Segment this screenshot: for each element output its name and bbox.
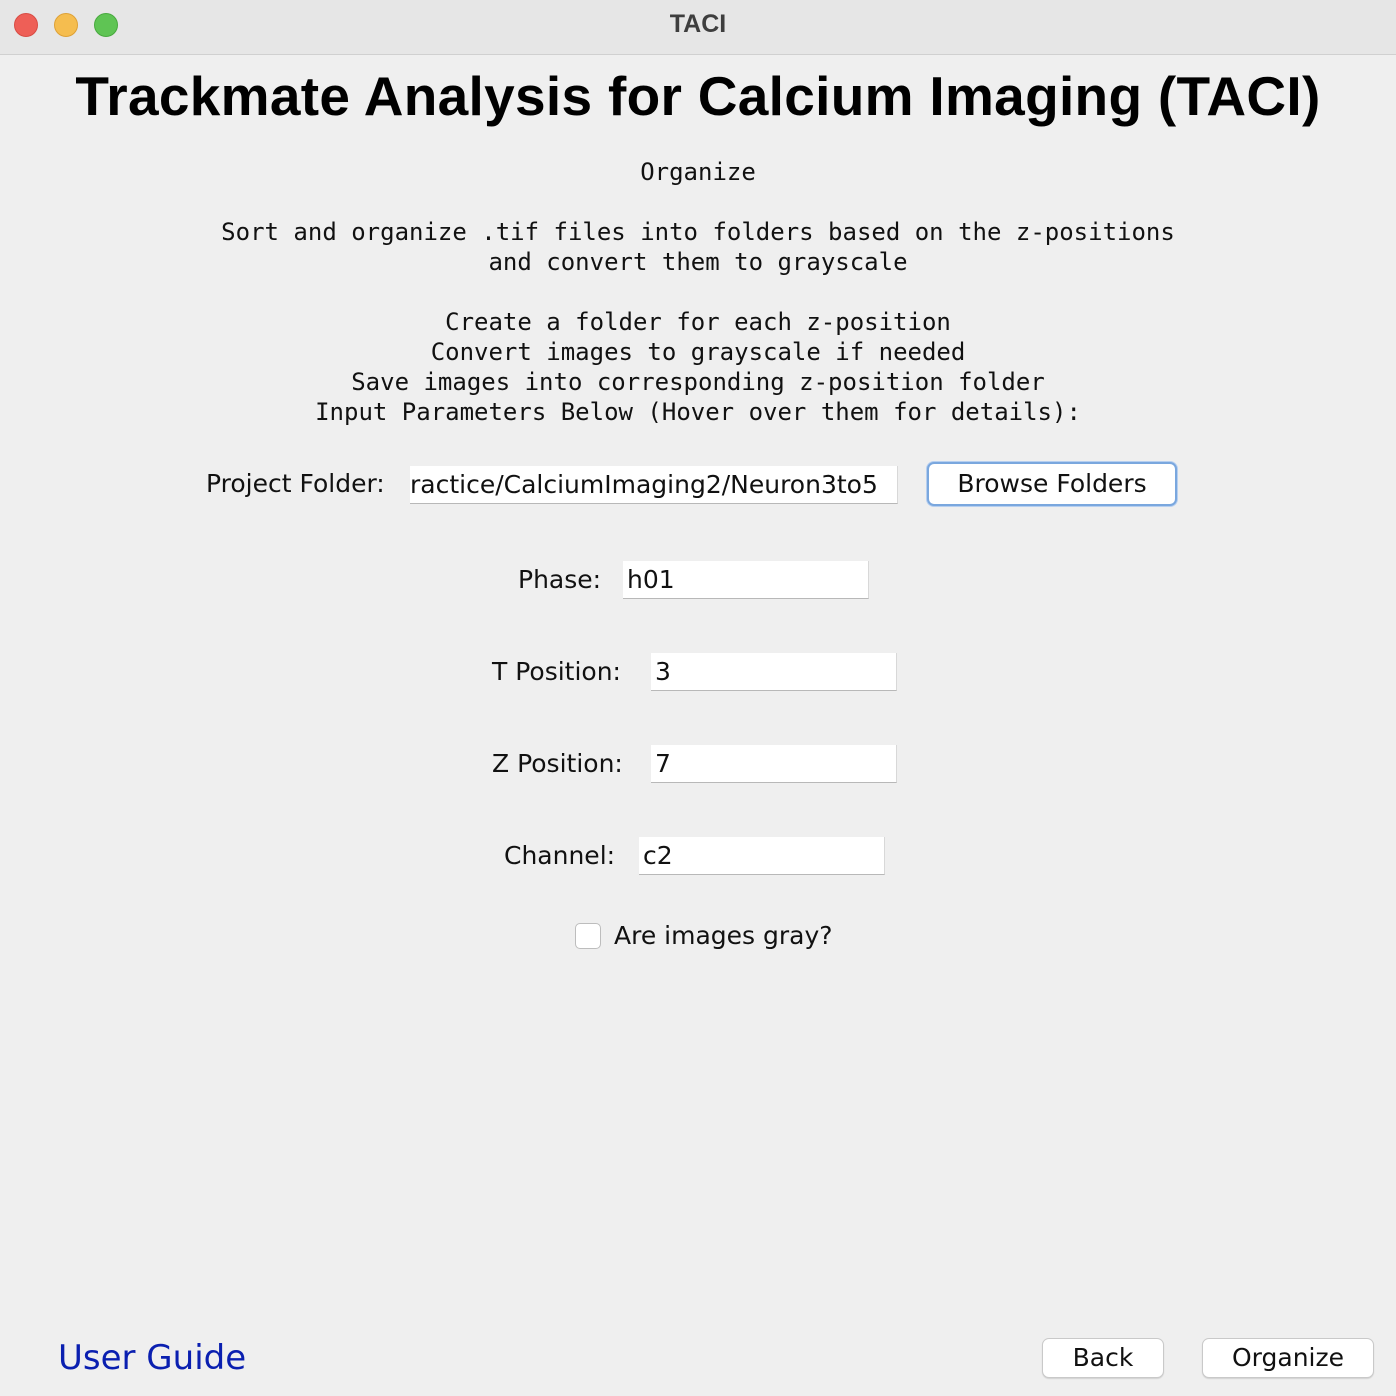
- project-folder-label: Project Folder:: [206, 469, 385, 498]
- gray-images-label[interactable]: Are images gray?: [614, 921, 833, 950]
- t-position-label: T Position:: [492, 657, 621, 686]
- user-guide-link[interactable]: User Guide: [58, 1338, 246, 1378]
- gray-images-checkbox[interactable]: [575, 923, 601, 949]
- back-button[interactable]: Back: [1042, 1338, 1164, 1378]
- step-title: Organize: [640, 158, 756, 186]
- channel-input[interactable]: c2: [639, 837, 885, 875]
- step-line-3: Save images into corresponding z-positio…: [351, 368, 1045, 396]
- step-line-1: Create a folder for each z-position: [445, 308, 951, 336]
- organize-button[interactable]: Organize: [1202, 1338, 1374, 1378]
- description-line-1: Sort and organize .tif files into folder…: [221, 218, 1175, 246]
- project-folder-value: ractice/CalciumImaging2/Neuron3to5: [410, 470, 878, 499]
- browse-folders-button[interactable]: Browse Folders: [927, 462, 1177, 506]
- step-line-2: Convert images to grayscale if needed: [430, 338, 966, 366]
- title-bar[interactable]: TACI: [0, 0, 1396, 55]
- description-line-2: and convert them to grayscale: [488, 248, 908, 276]
- z-position-input[interactable]: 7: [651, 745, 897, 783]
- project-folder-input[interactable]: ractice/CalciumImaging2/Neuron3to5: [410, 466, 898, 504]
- app-window: TACI Trackmate Analysis for Calcium Imag…: [0, 0, 1396, 1396]
- window-title: TACI: [669, 10, 727, 38]
- z-position-label: Z Position:: [492, 749, 623, 778]
- phase-input[interactable]: h01: [623, 561, 869, 599]
- step-line-4: Input Parameters Below (Hover over them …: [315, 398, 1081, 426]
- channel-label: Channel:: [504, 841, 616, 870]
- t-position-input[interactable]: 3: [651, 653, 897, 691]
- phase-label: Phase:: [518, 565, 602, 594]
- app-heading: Trackmate Analysis for Calcium Imaging (…: [75, 65, 1321, 127]
